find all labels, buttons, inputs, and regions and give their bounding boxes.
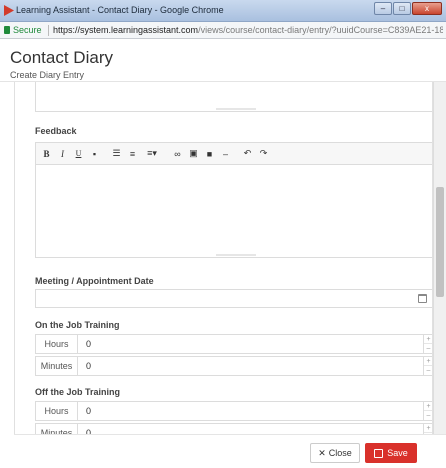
spinner[interactable]: +– (423, 402, 432, 420)
minutes-unit-label: Minutes (36, 357, 78, 375)
feedback-label: Feedback (35, 126, 77, 136)
bold-button[interactable]: B (40, 147, 53, 161)
strikethrough-icon[interactable]: ▪ (88, 147, 101, 161)
redo-icon[interactable]: ↷ (257, 147, 270, 161)
address-bar[interactable]: Secure https://system.learningassistant.… (0, 22, 446, 39)
modal-body: Feedback B I U ▪ ☰ ≡ ≡▾ ∞ ▣ ■ – ↶ ↷ Meet… (14, 82, 433, 434)
increment-icon: + (424, 357, 432, 366)
calendar-icon[interactable] (418, 294, 427, 303)
spinner[interactable]: +– (423, 357, 432, 375)
link-icon[interactable]: ∞ (171, 147, 184, 161)
window-controls: – □ x (374, 2, 442, 15)
on-job-training-label: On the Job Training (35, 320, 120, 330)
numbered-list-icon[interactable]: ≡ (126, 147, 139, 161)
on-job-minutes-value[interactable]: 0 (86, 361, 91, 371)
on-job-minutes-stepper[interactable]: Minutes 0 + – (35, 356, 432, 376)
save-icon (374, 448, 384, 458)
image-icon[interactable]: ▣ (187, 147, 200, 161)
underline-button[interactable]: U (72, 147, 85, 161)
url-host: https://system.learningassistant.com (53, 25, 199, 35)
meeting-date-input[interactable] (35, 289, 432, 308)
previous-editor-body[interactable] (35, 82, 432, 112)
lock-icon (4, 26, 10, 34)
minimize-button[interactable]: – (374, 2, 392, 15)
editor-resize-grip[interactable] (216, 108, 256, 110)
horizontal-rule-icon[interactable]: – (219, 147, 232, 161)
modal-scrollbar[interactable] (433, 82, 446, 434)
chrome-app-icon (4, 5, 14, 16)
save-button-label: Save (387, 448, 408, 458)
increment-icon: + (424, 402, 432, 411)
feedback-editor: B I U ▪ ☰ ≡ ≡▾ ∞ ▣ ■ – ↶ ↷ (35, 142, 432, 258)
minutes-unit-label: Minutes (36, 424, 78, 434)
address-divider (48, 25, 49, 36)
italic-button[interactable]: I (56, 147, 69, 161)
increment-icon: + (424, 424, 432, 433)
url-text[interactable]: https://system.learningassistant.com/vie… (53, 25, 443, 35)
off-job-hours-stepper[interactable]: Hours 0 + – (35, 401, 432, 421)
editor-toolbar: B I U ▪ ☰ ≡ ≡▾ ∞ ▣ ■ – ↶ ↷ (36, 143, 432, 165)
spinner[interactable]: +– (423, 424, 432, 434)
page-title: Contact Diary (10, 48, 113, 67)
save-button[interactable]: Save (365, 443, 417, 463)
off-job-hours-value[interactable]: 0 (86, 406, 91, 416)
window-titlebar: Learning Assistant - Contact Diary - Goo… (0, 0, 446, 22)
hours-unit-label: Hours (36, 402, 78, 420)
off-job-training-label: Off the Job Training (35, 387, 120, 397)
url-path: /views/course/contact-diary/entry/?uuidC… (198, 25, 443, 35)
modal-header: Contact Diary Create Diary Entry (0, 40, 446, 82)
maximize-button[interactable]: □ (393, 2, 411, 15)
window-close-button[interactable]: x (412, 2, 442, 15)
align-dropdown-icon[interactable]: ≡▾ (142, 147, 162, 161)
bullet-list-icon[interactable]: ☰ (110, 147, 123, 161)
hours-unit-label: Hours (36, 335, 78, 353)
meeting-date-label: Meeting / Appointment Date (35, 276, 154, 286)
undo-icon[interactable]: ↶ (241, 147, 254, 161)
decrement-icon: – (426, 345, 431, 352)
feedback-resize-grip[interactable] (216, 254, 256, 256)
close-icon: ✕ (318, 447, 326, 458)
on-job-hours-value[interactable]: 0 (86, 339, 91, 349)
decrement-icon: – (426, 367, 431, 374)
off-job-minutes-stepper[interactable]: Minutes 0 +– (35, 423, 432, 434)
feedback-textarea[interactable] (36, 165, 432, 257)
secure-label: Secure (13, 25, 42, 35)
modal-footer: ✕ Close Save (14, 434, 446, 468)
increment-icon: + (424, 335, 432, 344)
on-job-hours-stepper[interactable]: Hours 0 + – (35, 334, 432, 354)
scrollbar-thumb[interactable] (436, 187, 444, 297)
video-icon[interactable]: ■ (203, 147, 216, 161)
window-title: Learning Assistant - Contact Diary - Goo… (16, 5, 224, 15)
spinner[interactable]: +– (423, 335, 432, 353)
close-button-label: Close (328, 448, 352, 458)
close-button[interactable]: ✕ Close (310, 443, 360, 463)
decrement-icon: – (426, 412, 431, 419)
page-subtitle: Create Diary Entry (10, 70, 85, 80)
